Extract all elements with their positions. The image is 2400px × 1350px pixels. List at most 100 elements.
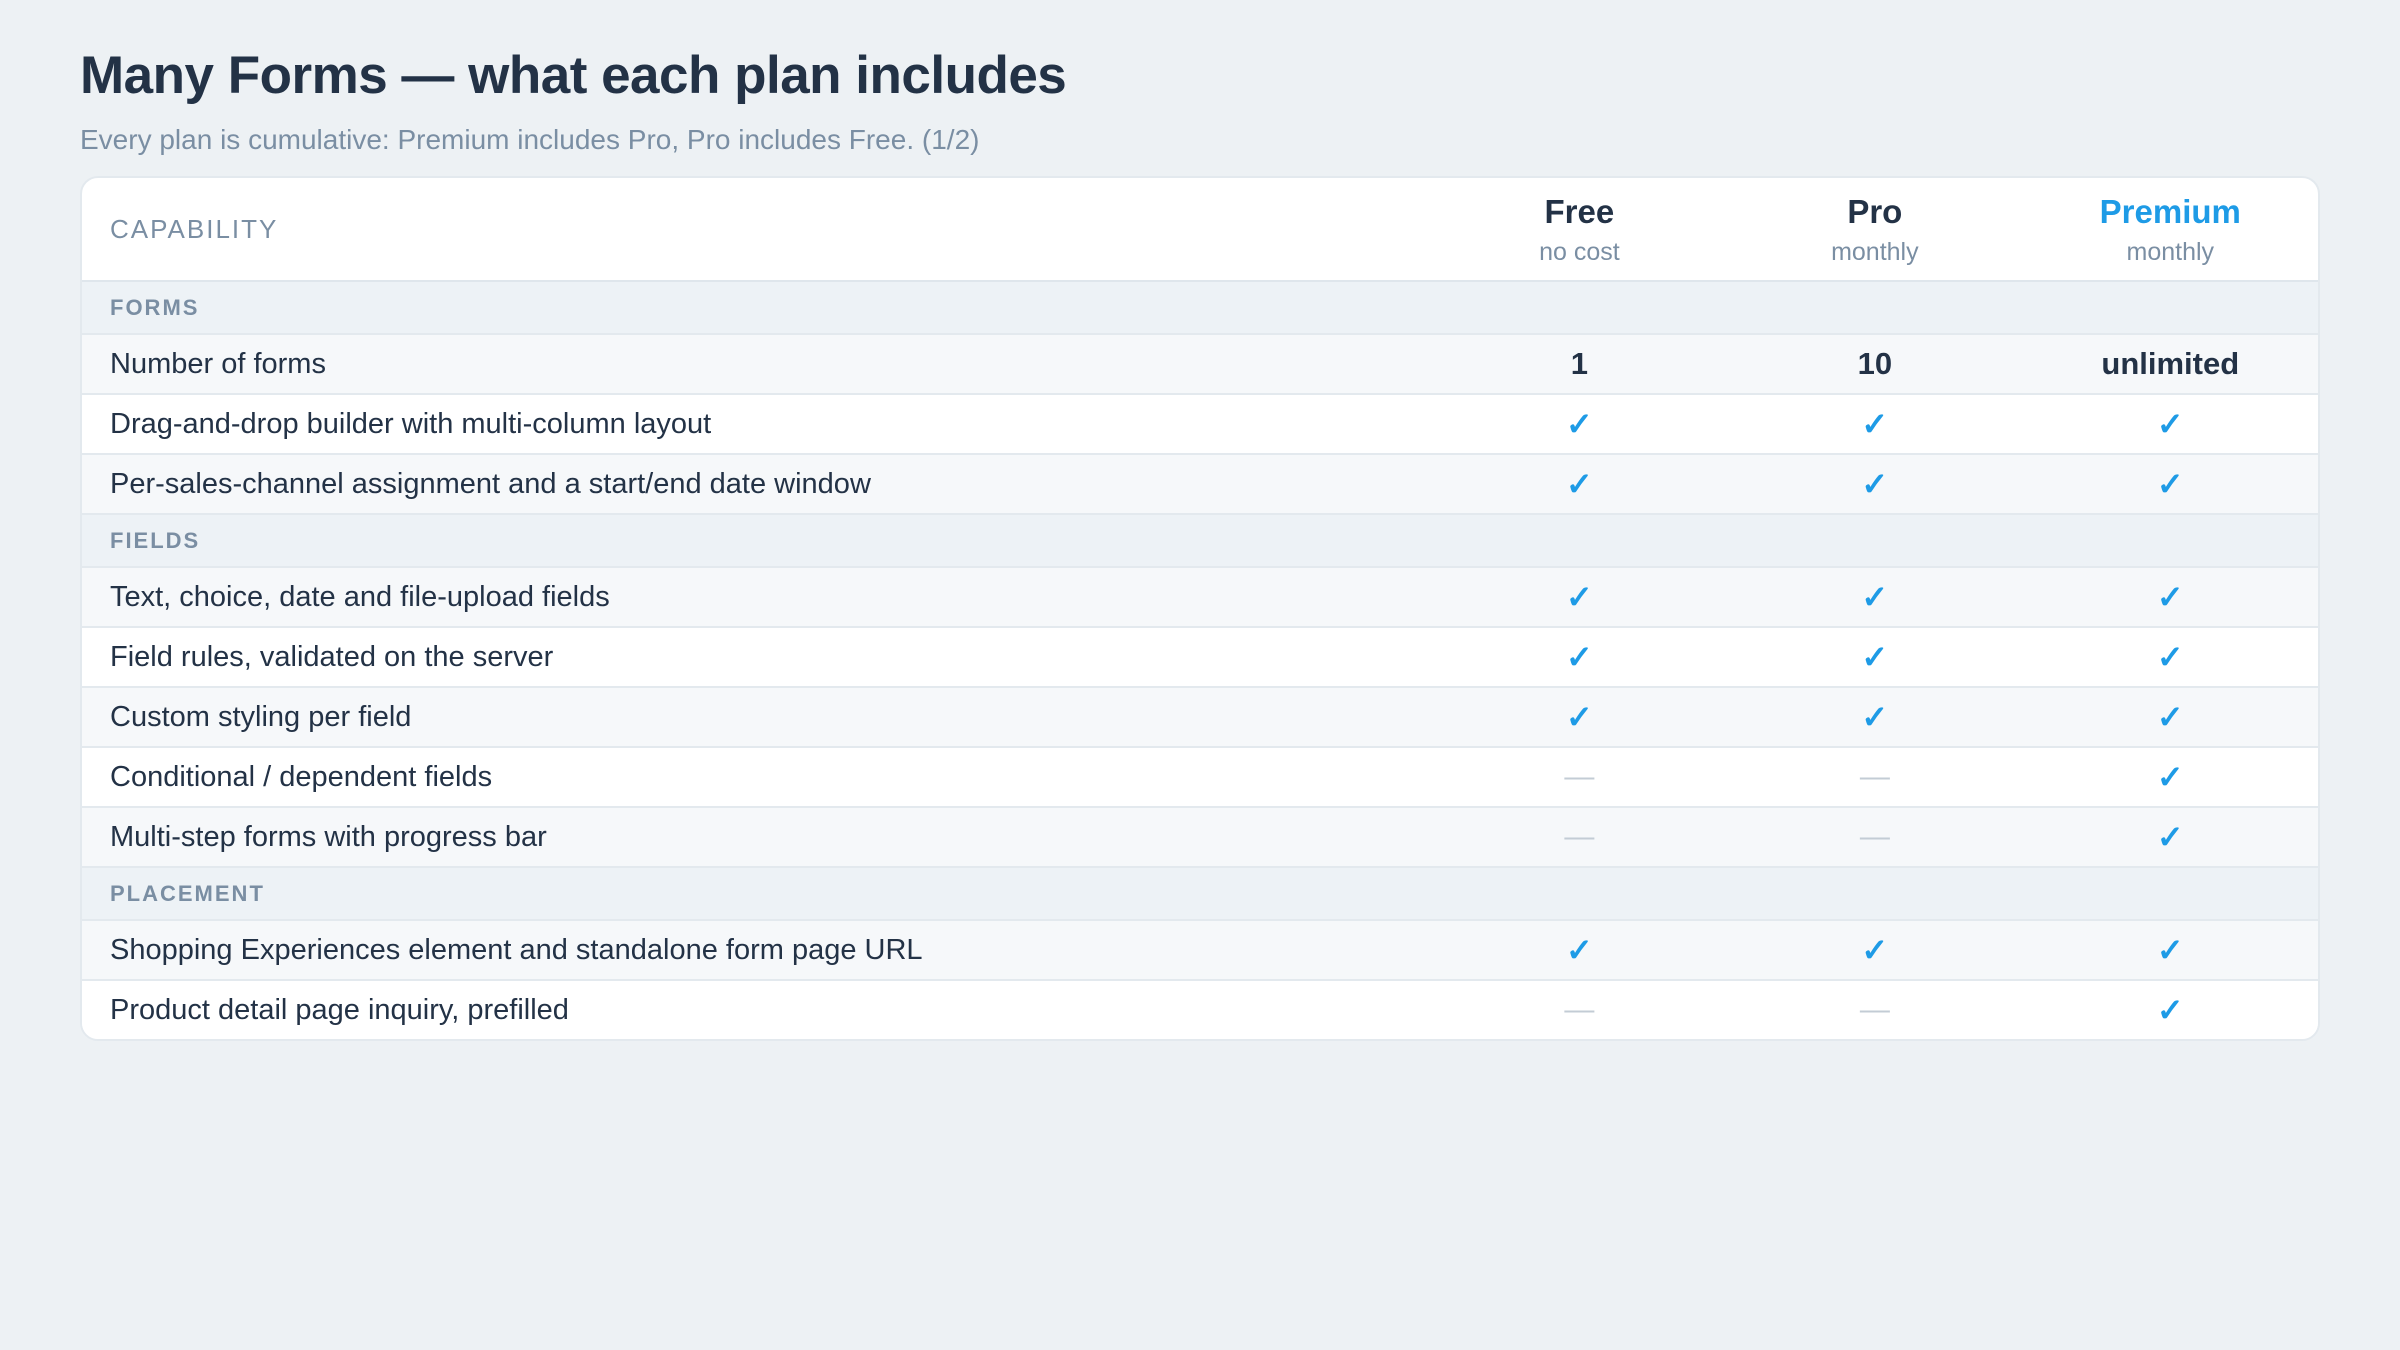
plan-header-premium: Premium monthly xyxy=(2023,192,2318,267)
checkmark-icon: ✓ xyxy=(1565,699,1593,735)
table-row: Field rules, validated on the server ✓ ✓ ✓ xyxy=(82,626,2318,686)
feature-label: Custom styling per field xyxy=(110,700,412,733)
plan-cell: ✓ xyxy=(1727,931,2022,969)
plan-cell: 1 xyxy=(1432,346,1727,382)
feature-label: Shopping Experiences element and standal… xyxy=(110,933,923,966)
plan-cell: ✓ xyxy=(2023,758,2318,796)
not-included-dash-icon: — xyxy=(1564,820,1595,853)
page: Many Forms — what each plan includes Eve… xyxy=(80,44,2320,1041)
checkmark-icon: ✓ xyxy=(1565,639,1593,675)
plan-name: Pro xyxy=(1847,192,1903,230)
not-included-dash-icon: — xyxy=(1859,760,1890,793)
not-included-dash-icon: — xyxy=(1564,760,1595,793)
plan-cell: — xyxy=(1432,760,1727,794)
not-included-dash-icon: — xyxy=(1859,820,1890,853)
plan-cell: — xyxy=(1727,820,2022,854)
checkmark-icon: ✓ xyxy=(1565,579,1593,615)
plan-cell: ✓ xyxy=(1727,698,2022,736)
not-included-dash-icon: — xyxy=(1859,993,1890,1026)
checkmark-icon: ✓ xyxy=(2156,639,2184,675)
plan-cell: ✓ xyxy=(2023,818,2318,856)
plan-cell: 10 xyxy=(1727,346,2022,382)
feature-label: Number of forms xyxy=(110,347,326,380)
plan-cell: — xyxy=(1432,820,1727,854)
page-title: Many Forms — what each plan includes xyxy=(80,46,1067,105)
plan-cell: — xyxy=(1727,760,2022,794)
checkmark-icon: ✓ xyxy=(1861,406,1889,442)
table-body: FORMS Number of forms 1 10 unlimited Drag-and… xyxy=(82,282,2318,1039)
feature-label: Conditional / dependent fields xyxy=(110,760,493,793)
checkmark-icon: ✓ xyxy=(2156,406,2184,442)
cell-value: 1 xyxy=(1570,346,1588,381)
table-row: Per-sales-channel assignment and a start… xyxy=(82,453,2318,513)
section-label: FIELDS xyxy=(110,527,201,553)
plan-cell: ✓ xyxy=(2023,578,2318,616)
capability-header: CAPABILITY xyxy=(110,213,279,244)
plan-price-note: monthly xyxy=(1831,237,1919,266)
table-row: Number of forms 1 10 unlimited xyxy=(82,333,2318,393)
plan-header-pro: Pro monthly xyxy=(1727,192,2022,267)
feature-label: Field rules, validated on the server xyxy=(110,640,554,673)
plan-comparison-table: CAPABILITY Free no cost Pro monthly Prem… xyxy=(80,176,2320,1041)
checkmark-icon: ✓ xyxy=(2156,932,2184,968)
feature-label: Text, choice, date and file-upload field… xyxy=(110,580,610,613)
table-row: Shopping Experiences element and standal… xyxy=(82,919,2318,979)
plan-cell: ✓ xyxy=(1432,465,1727,503)
table-header-row: CAPABILITY Free no cost Pro monthly Prem… xyxy=(82,178,2318,282)
plan-cell: ✓ xyxy=(2023,991,2318,1029)
checkmark-icon: ✓ xyxy=(2156,579,2184,615)
plan-cell: ✓ xyxy=(2023,931,2318,969)
checkmark-icon: ✓ xyxy=(1861,699,1889,735)
plan-cell: ✓ xyxy=(1727,405,2022,443)
plan-cell: ✓ xyxy=(1727,465,2022,503)
table-row: Product detail page inquiry, prefilled — —… xyxy=(82,979,2318,1039)
plan-cell: ✓ xyxy=(1432,578,1727,616)
plan-cell: ✓ xyxy=(2023,465,2318,503)
plan-cell: ✓ xyxy=(2023,638,2318,676)
table-row: Custom styling per field ✓ ✓ ✓ xyxy=(82,686,2318,746)
section-label: FORMS xyxy=(110,294,200,320)
feature-label: Product detail page inquiry, prefilled xyxy=(110,993,569,1026)
plan-cell: ✓ xyxy=(1727,578,2022,616)
checkmark-icon: ✓ xyxy=(1565,932,1593,968)
checkmark-icon: ✓ xyxy=(1861,932,1889,968)
cell-value: 10 xyxy=(1857,346,1893,381)
plan-cell: ✓ xyxy=(2023,698,2318,736)
checkmark-icon: ✓ xyxy=(2156,819,2184,855)
section-row: PLACEMENT xyxy=(82,866,2318,919)
table-row: Text, choice, date and file-upload field… xyxy=(82,566,2318,626)
section-label: PLACEMENT xyxy=(110,880,265,906)
checkmark-icon: ✓ xyxy=(1861,579,1889,615)
checkmark-icon: ✓ xyxy=(1861,639,1889,675)
checkmark-icon: ✓ xyxy=(2156,466,2184,502)
plan-header-free: Free no cost xyxy=(1432,192,1727,267)
page-subtitle: Every plan is cumulative: Premium includ… xyxy=(80,124,980,155)
plan-cell: unlimited xyxy=(2023,346,2318,382)
table-row: Conditional / dependent fields — — ✓ xyxy=(82,746,2318,806)
checkmark-icon: ✓ xyxy=(1861,466,1889,502)
table-row: Drag-and-drop builder with multi-column … xyxy=(82,393,2318,453)
checkmark-icon: ✓ xyxy=(2156,699,2184,735)
feature-label: Multi-step forms with progress bar xyxy=(110,820,547,853)
checkmark-icon: ✓ xyxy=(2156,759,2184,795)
plan-cell: ✓ xyxy=(1727,638,2022,676)
plan-cell: — xyxy=(1432,993,1727,1027)
plan-name: Premium xyxy=(2099,192,2241,230)
checkmark-icon: ✓ xyxy=(1565,466,1593,502)
feature-label: Per-sales-channel assignment and a start… xyxy=(110,467,871,500)
cell-value: unlimited xyxy=(2101,346,2240,381)
plan-cell: ✓ xyxy=(1432,698,1727,736)
not-included-dash-icon: — xyxy=(1564,993,1595,1026)
checkmark-icon: ✓ xyxy=(2156,992,2184,1028)
plan-cell: ✓ xyxy=(1432,931,1727,969)
plan-cell: ✓ xyxy=(1432,405,1727,443)
section-row: FIELDS xyxy=(82,513,2318,566)
section-row: FORMS xyxy=(82,282,2318,333)
plan-cell: ✓ xyxy=(1432,638,1727,676)
plan-price-note: no cost xyxy=(1539,237,1620,266)
plan-name: Free xyxy=(1544,192,1615,230)
plan-cell: ✓ xyxy=(2023,405,2318,443)
plan-cell: — xyxy=(1727,993,2022,1027)
plan-price-note: monthly xyxy=(2126,237,2215,266)
table-row: Multi-step forms with progress bar — — ✓ xyxy=(82,806,2318,866)
